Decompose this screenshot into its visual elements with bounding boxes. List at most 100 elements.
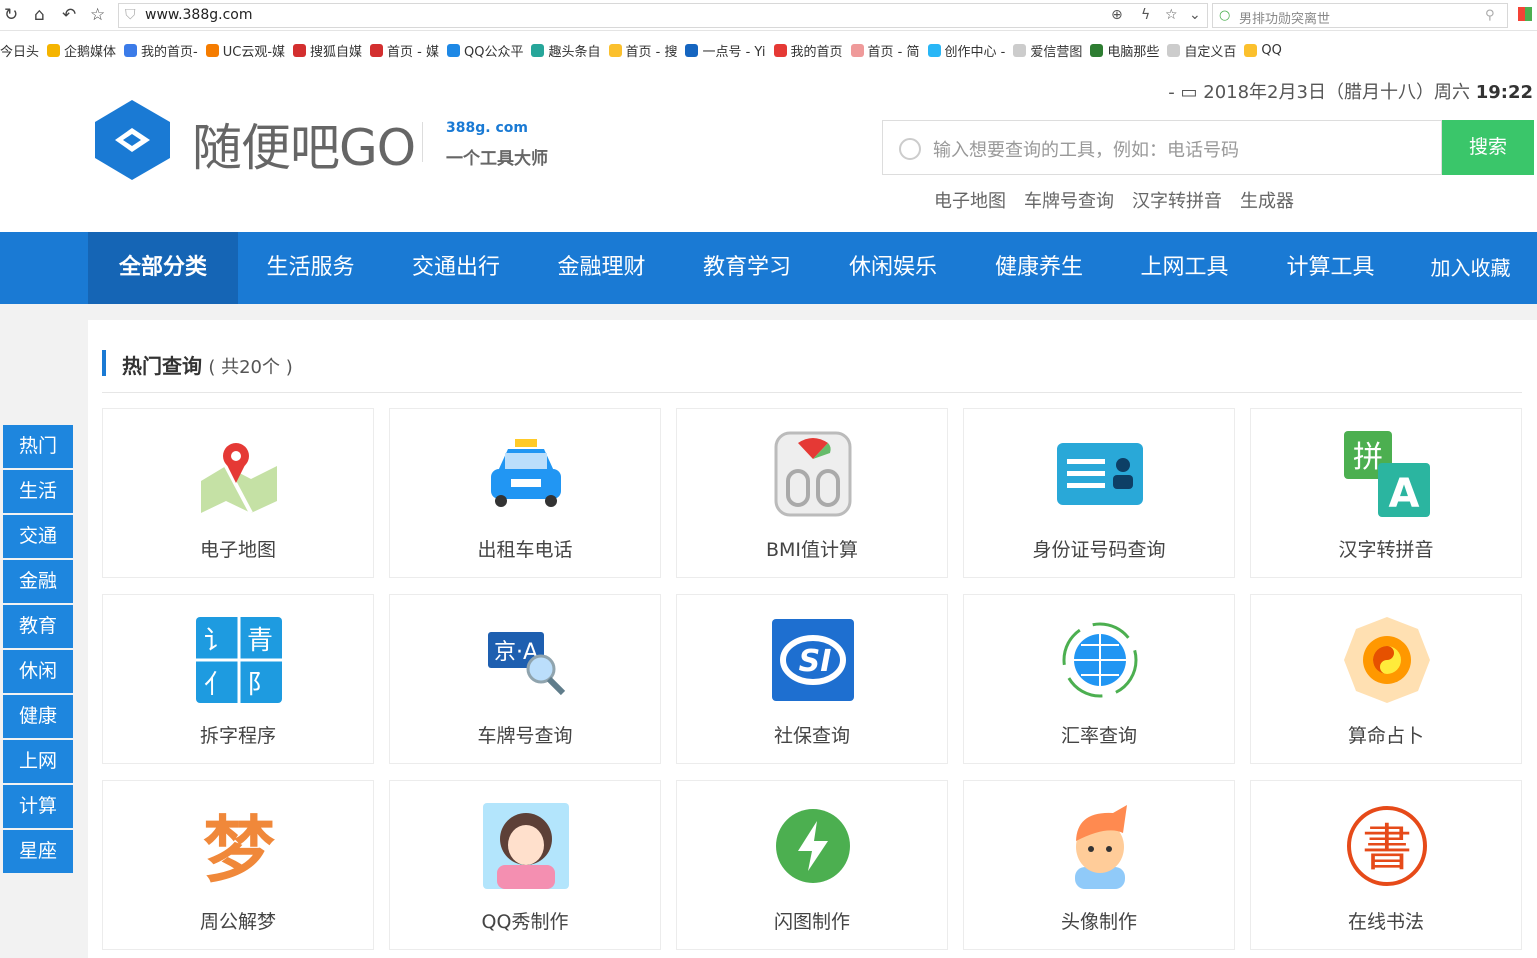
bookmark-favicon-icon (447, 44, 461, 57)
hot-link[interactable]: 汉字转拼音 (1132, 187, 1222, 213)
sidebar-item[interactable]: 计算 (3, 785, 73, 828)
logo-text: 随便吧GO (192, 119, 416, 177)
nav-item[interactable]: 休闲娱乐 (820, 232, 966, 304)
tool-card[interactable]: 算命占卜 (1250, 594, 1522, 764)
bookmark-item[interactable]: 企鹅媒体 (47, 31, 124, 62)
sidebar-item[interactable]: 热门 (3, 425, 73, 468)
avatar-boy-icon (1057, 803, 1143, 889)
tool-card[interactable]: 京·A 车牌号查询 (389, 594, 661, 764)
avatar-girl-icon (483, 803, 569, 889)
refresh-icon[interactable]: ↻ (4, 5, 18, 25)
search-button[interactable]: 搜索 (1442, 120, 1534, 175)
sidebar-item[interactable]: 星座 (3, 830, 73, 873)
lightning-icon[interactable]: ϟ (1141, 7, 1150, 23)
bookmark-item[interactable]: 首页 - 搜 (608, 31, 686, 62)
bookmark-favicon-icon (927, 44, 941, 57)
apps-icon[interactable] (1518, 7, 1532, 21)
logo-domain: 388g. com (446, 120, 528, 136)
tool-label: 社保查询 (773, 725, 850, 747)
bookmark-item[interactable]: 首页 - 媒 (370, 31, 447, 62)
tool-label: 汉字转拼音 (1338, 539, 1434, 561)
bookmark-favicon-icon (205, 44, 219, 57)
bookmark-favicon-icon (1090, 44, 1104, 57)
tool-card[interactable]: 头像制作 (963, 780, 1235, 950)
bookmark-item[interactable]: QQ公众平 (447, 31, 531, 62)
search-engine-icon: ○ (1219, 8, 1231, 23)
tool-card[interactable]: 闪图制作 (676, 780, 948, 950)
taxi-icon (483, 431, 569, 517)
nav-item[interactable]: 交通出行 (383, 232, 529, 304)
tool-card[interactable]: 書在线书法 (1250, 780, 1522, 950)
nav-item[interactable]: 教育学习 (674, 232, 820, 304)
bookmark-item[interactable]: 一点号 - Yi (685, 31, 773, 62)
tool-label: 汇率查询 (1060, 725, 1137, 747)
address-bar[interactable]: ⛉ www.388g.com ⊕ ϟ ☆ ⌄ (118, 3, 1208, 28)
bookmark-item[interactable]: 爱信营图 (1013, 31, 1090, 62)
bookmark-item[interactable]: 创作中心 - (927, 31, 1014, 62)
sidebar-item[interactable]: 休闲 (3, 650, 73, 693)
sidebar-item[interactable]: 教育 (3, 605, 73, 648)
zoom-icon[interactable]: ⊕ (1111, 7, 1123, 23)
bookmark-item[interactable]: 趣头条自 (531, 31, 608, 62)
tool-card[interactable]: 电子地图 (102, 408, 374, 578)
svg-text:亻: 亻 (204, 670, 230, 700)
social-security-icon: SI (770, 617, 856, 703)
nav-item[interactable]: 计算工具 (1257, 232, 1404, 304)
map-icon (196, 431, 282, 517)
bookmark-item[interactable]: 我的首页- (124, 31, 206, 62)
sidebar-item[interactable]: 上网 (3, 740, 73, 783)
hot-link[interactable]: 生成器 (1240, 187, 1294, 213)
nav-item[interactable]: 全部分类 (88, 232, 238, 304)
svg-text:A: A (1389, 471, 1420, 517)
bookmark-item[interactable]: 电脑那些 (1090, 31, 1167, 62)
section-divider (102, 392, 1522, 393)
tool-card[interactable]: BMI值计算 (676, 408, 948, 578)
bookmark-favicon-icon (773, 44, 787, 57)
star-icon[interactable]: ☆ (90, 5, 105, 25)
nav-item[interactable]: 生活服务 (238, 232, 383, 304)
hot-link[interactable]: 车牌号查询 (1024, 187, 1114, 213)
chevron-down-icon[interactable]: ⌄ (1189, 7, 1201, 23)
bookmark-item[interactable]: 我的首页 (773, 31, 851, 62)
favorite-star-icon[interactable]: ☆ (1165, 7, 1178, 23)
nav-item[interactable]: 加入收藏 (1404, 232, 1537, 304)
search-icon[interactable]: ⚲ (1485, 8, 1495, 23)
sidebar-item[interactable]: 金融 (3, 560, 73, 603)
tool-card[interactable]: 讠青亻阝拆字程序 (102, 594, 374, 764)
bookmark-item[interactable]: 首页 - 简 (850, 31, 928, 62)
tool-card[interactable]: 拼 A 汉字转拼音 (1250, 408, 1522, 578)
scale-icon (770, 431, 856, 517)
bookmark-favicon-icon (124, 44, 138, 57)
tool-label: 出租车电话 (477, 539, 573, 561)
nav-item[interactable]: 上网工具 (1112, 232, 1257, 304)
browser-toolbar: ↻ ⌂ ↶ ☆ ⛉ www.388g.com ⊕ ϟ ☆ ⌄ ○ 男排功勋突离世 ⚲ (0, 0, 1537, 31)
tool-card[interactable]: 出租车电话 (389, 408, 661, 578)
tool-card[interactable]: 汇率查询 (963, 594, 1235, 764)
hot-link[interactable]: 电子地图 (934, 187, 1006, 213)
tool-card[interactable]: 梦周公解梦 (102, 780, 374, 950)
split-char-icon: 讠青亻阝 (196, 617, 282, 703)
tool-card[interactable]: 身份证号码查询 (963, 408, 1235, 578)
bookmark-item[interactable]: 搜狐自媒 (293, 31, 370, 62)
bookmark-item[interactable]: UC云观-媒 (205, 31, 293, 62)
tool-label: 周公解梦 (199, 911, 276, 933)
undo-icon[interactable]: ↶ (62, 5, 76, 25)
nav-item[interactable]: 健康养生 (966, 232, 1112, 304)
browser-search-input[interactable]: ○ 男排功勋突离世 ⚲ (1212, 3, 1508, 28)
nav-item[interactable]: 金融理财 (529, 232, 674, 304)
sidebar-item[interactable]: 健康 (3, 695, 73, 738)
bookmark-favicon-icon (47, 44, 61, 57)
logo-slogan: 一个工具大师 (446, 149, 548, 169)
tool-card[interactable]: QQ秀制作 (389, 780, 661, 950)
home-icon[interactable]: ⌂ (34, 5, 45, 25)
svg-text:書: 書 (1362, 819, 1412, 877)
tool-label: 电子地图 (199, 539, 276, 561)
tool-card[interactable]: SI 社保查询 (676, 594, 948, 764)
bookmark-item[interactable]: QQ (1244, 31, 1289, 62)
bookmark-item[interactable]: 自定义百 (1167, 31, 1244, 62)
sidebar-item[interactable]: 生活 (3, 470, 73, 513)
sidebar-item[interactable]: 交通 (3, 515, 73, 558)
bookmark-item[interactable]: 今日头 (0, 31, 47, 62)
search-input[interactable]: 输入想要查询的工具，例如：电话号码 (882, 120, 1442, 175)
tool-label: 车牌号查询 (477, 725, 573, 747)
